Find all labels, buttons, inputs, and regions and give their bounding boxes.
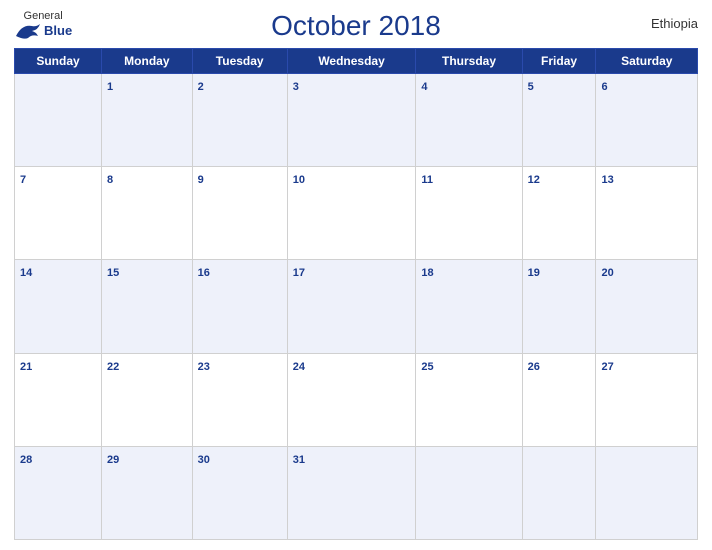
- calendar-header-row: Sunday Monday Tuesday Wednesday Thursday…: [15, 49, 698, 74]
- day-number: 8: [107, 174, 113, 186]
- logo: General Blue: [14, 10, 72, 40]
- table-row: 18: [416, 260, 522, 353]
- day-number: 25: [421, 361, 433, 373]
- day-number: 21: [20, 361, 32, 373]
- table-row: 29: [102, 446, 193, 539]
- logo-blue-text: Blue: [44, 24, 72, 38]
- country-label: Ethiopia: [651, 16, 698, 31]
- table-row: 6: [596, 74, 698, 167]
- day-number: 12: [528, 174, 540, 186]
- table-row: 31: [287, 446, 416, 539]
- header-monday: Monday: [102, 49, 193, 74]
- table-row: 26: [522, 353, 596, 446]
- day-number: 6: [601, 81, 607, 93]
- day-number: 19: [528, 267, 540, 279]
- table-row: 8: [102, 167, 193, 260]
- day-number: 16: [198, 267, 210, 279]
- table-row: 4: [416, 74, 522, 167]
- day-number: 11: [421, 174, 433, 186]
- table-row: 30: [192, 446, 287, 539]
- day-number: 7: [20, 174, 26, 186]
- day-number: 13: [601, 174, 613, 186]
- calendar-body: 1234567891011121314151617181920212223242…: [15, 74, 698, 540]
- table-row: 27: [596, 353, 698, 446]
- header-friday: Friday: [522, 49, 596, 74]
- day-number: 31: [293, 454, 305, 466]
- day-number: 22: [107, 361, 119, 373]
- table-row: 13: [596, 167, 698, 260]
- table-row: [596, 446, 698, 539]
- header-thursday: Thursday: [416, 49, 522, 74]
- day-number: 14: [20, 267, 32, 279]
- table-row: 25: [416, 353, 522, 446]
- table-row: [416, 446, 522, 539]
- day-number: 18: [421, 267, 433, 279]
- month-year-title: October 2018: [271, 10, 441, 42]
- day-number: 23: [198, 361, 210, 373]
- table-row: 16: [192, 260, 287, 353]
- table-row: 11: [416, 167, 522, 260]
- title-block: October 2018: [271, 10, 441, 42]
- day-number: 10: [293, 174, 305, 186]
- table-row: 19: [522, 260, 596, 353]
- table-row: 5: [522, 74, 596, 167]
- table-row: 17: [287, 260, 416, 353]
- logo-bird-icon: [14, 22, 42, 40]
- day-number: 4: [421, 81, 427, 93]
- header-sunday: Sunday: [15, 49, 102, 74]
- logo-general-text: General: [24, 10, 63, 22]
- day-number: 29: [107, 454, 119, 466]
- day-number: 5: [528, 81, 534, 93]
- day-number: 15: [107, 267, 119, 279]
- calendar-header: General Blue October 2018 Ethiopia: [14, 10, 698, 42]
- day-number: 26: [528, 361, 540, 373]
- header-tuesday: Tuesday: [192, 49, 287, 74]
- table-row: 21: [15, 353, 102, 446]
- day-number: 9: [198, 174, 204, 186]
- day-number: 20: [601, 267, 613, 279]
- table-row: 22: [102, 353, 193, 446]
- day-number: 28: [20, 454, 32, 466]
- day-number: 3: [293, 81, 299, 93]
- header-saturday: Saturday: [596, 49, 698, 74]
- day-number: 2: [198, 81, 204, 93]
- header-wednesday: Wednesday: [287, 49, 416, 74]
- table-row: 28: [15, 446, 102, 539]
- table-row: [522, 446, 596, 539]
- day-number: 24: [293, 361, 305, 373]
- table-row: 24: [287, 353, 416, 446]
- table-row: 2: [192, 74, 287, 167]
- day-number: 17: [293, 267, 305, 279]
- day-number: 1: [107, 81, 113, 93]
- day-number: 30: [198, 454, 210, 466]
- table-row: 1: [102, 74, 193, 167]
- table-row: 12: [522, 167, 596, 260]
- table-row: 15: [102, 260, 193, 353]
- table-row: 3: [287, 74, 416, 167]
- calendar-container: General Blue October 2018 Ethiopia Sunda…: [0, 0, 712, 550]
- table-row: 10: [287, 167, 416, 260]
- table-row: 14: [15, 260, 102, 353]
- table-row: 20: [596, 260, 698, 353]
- calendar-table: Sunday Monday Tuesday Wednesday Thursday…: [14, 48, 698, 540]
- table-row: 9: [192, 167, 287, 260]
- table-row: 23: [192, 353, 287, 446]
- table-row: [15, 74, 102, 167]
- table-row: 7: [15, 167, 102, 260]
- day-number: 27: [601, 361, 613, 373]
